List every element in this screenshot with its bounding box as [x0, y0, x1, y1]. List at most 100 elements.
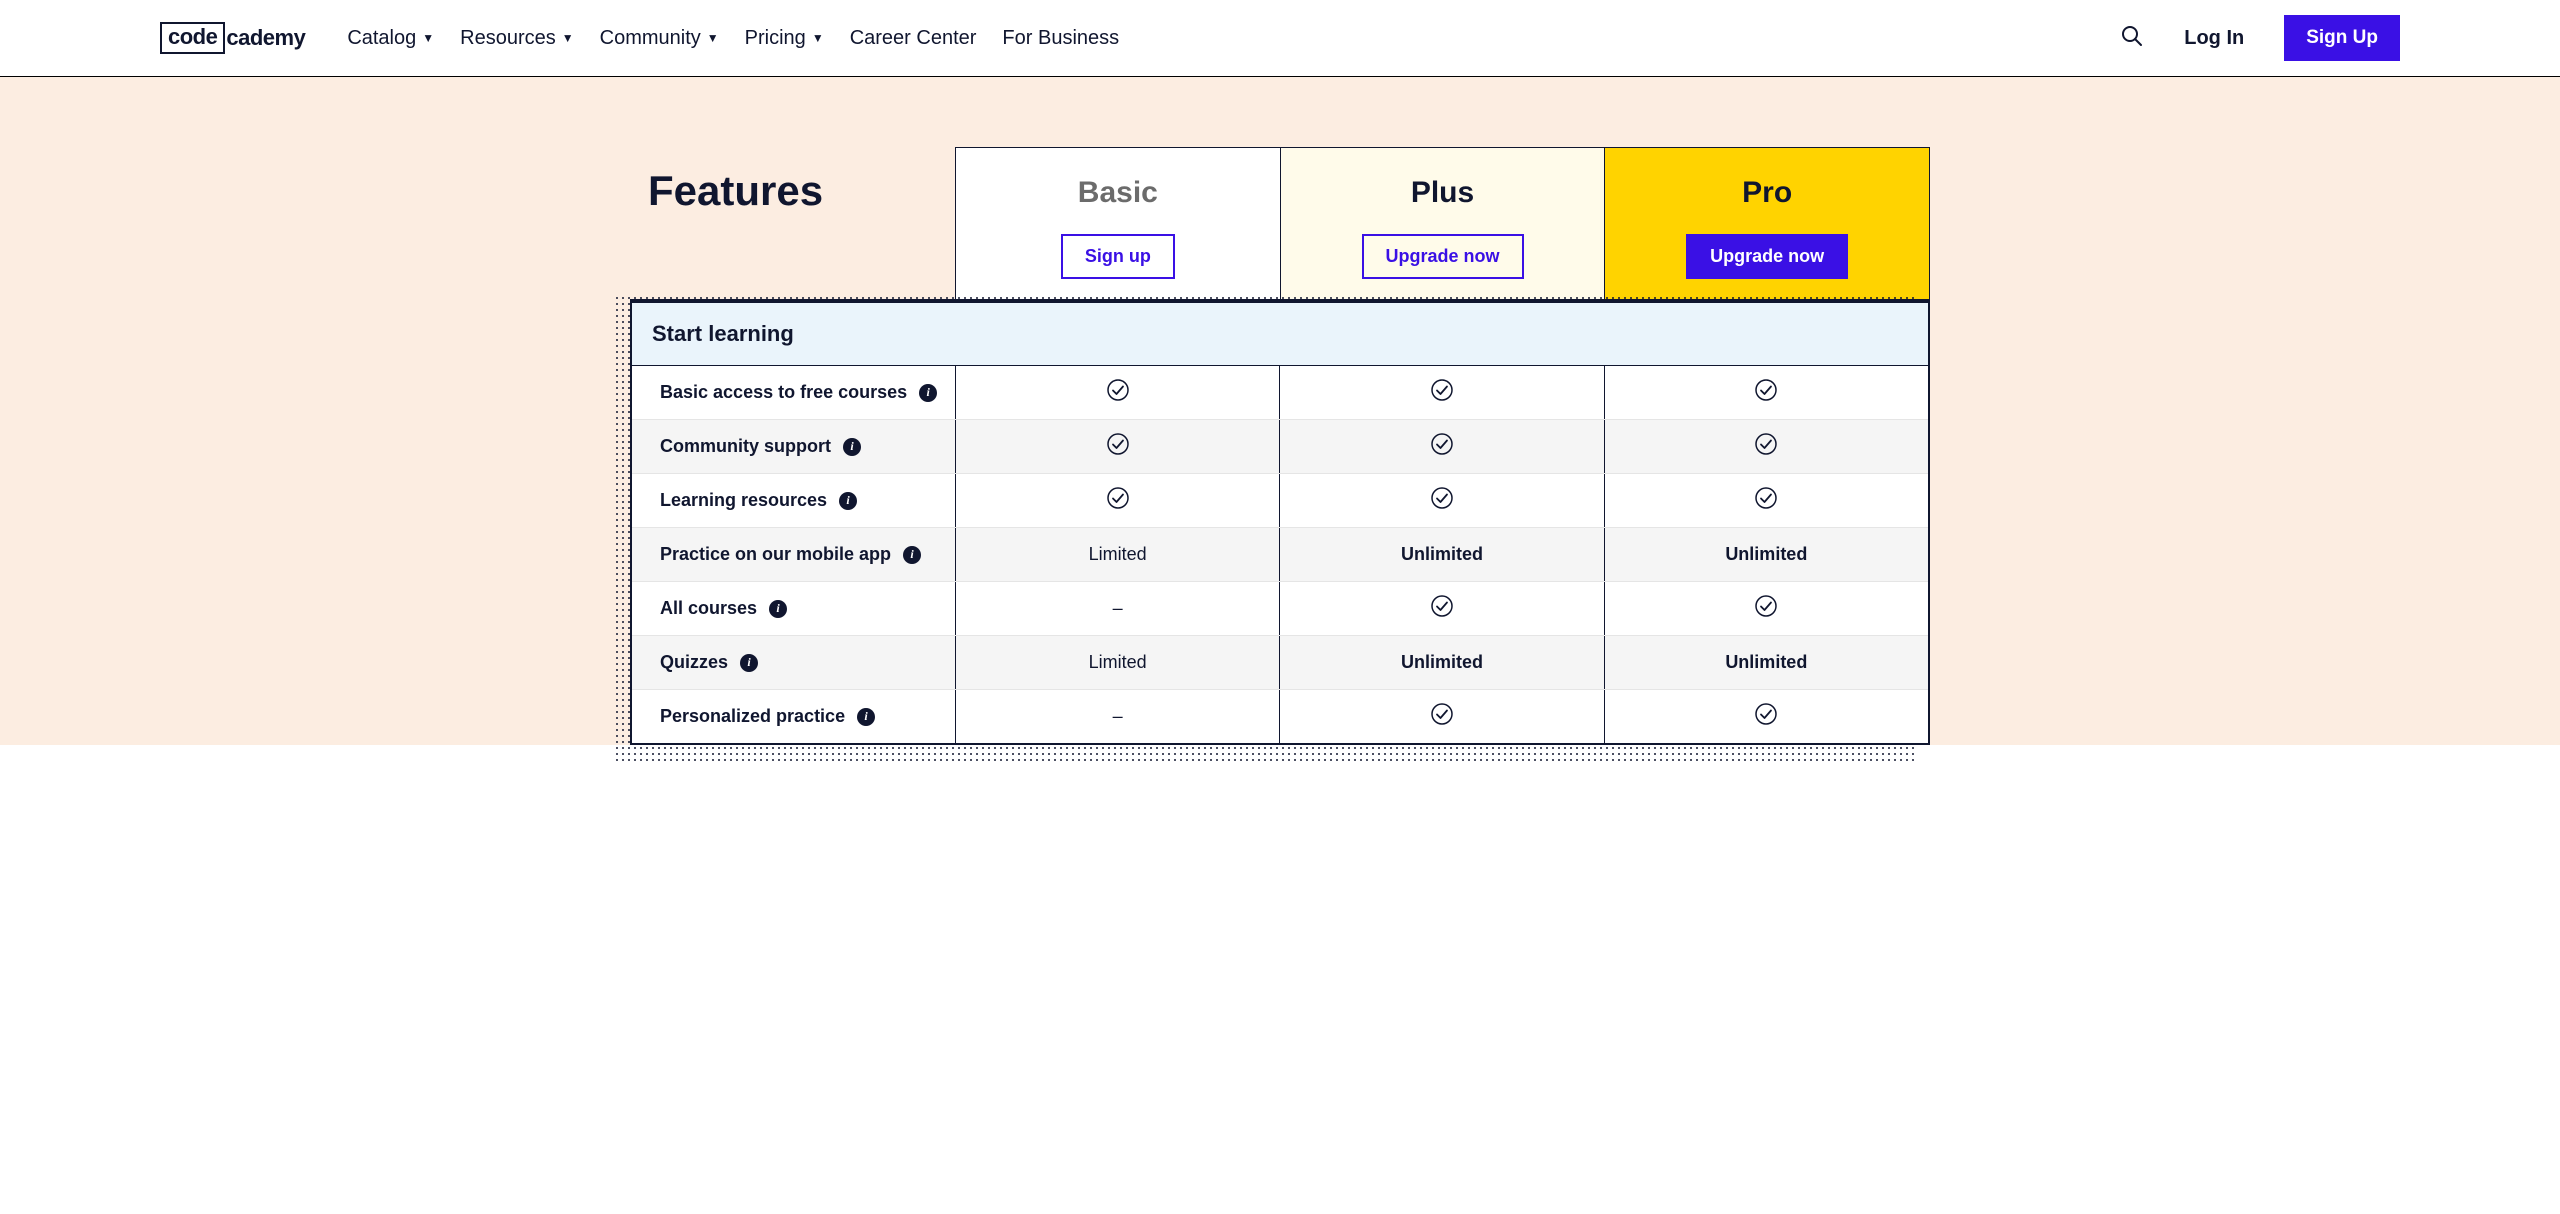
cell-plus	[1279, 420, 1603, 473]
cell-text: Unlimited	[1401, 544, 1483, 565]
plan-header-pro: Pro Upgrade now	[1605, 147, 1930, 299]
pricing-section: Features Basic Sign up Plus Upgrade now …	[0, 77, 2560, 745]
info-icon[interactable]: i	[903, 546, 921, 564]
cell-basic	[955, 366, 1279, 419]
plan-name-basic: Basic	[956, 176, 1280, 210]
check-icon	[1755, 379, 1777, 406]
section-start-learning: Start learning	[632, 303, 1928, 366]
feature-label: Personalized practice i	[632, 690, 955, 743]
cell-text: Unlimited	[1725, 544, 1807, 565]
check-icon	[1431, 433, 1453, 460]
feature-label: Quizzes i	[632, 636, 955, 689]
check-icon	[1755, 487, 1777, 514]
plan-name-pro: Pro	[1605, 176, 1929, 210]
cell-basic: Limited	[955, 528, 1279, 581]
site-header: codecademy Catalog ▼ Resources ▼ Communi…	[0, 0, 2560, 77]
plan-header-basic: Basic Sign up	[955, 147, 1281, 299]
check-icon	[1107, 379, 1129, 406]
chevron-down-icon: ▼	[562, 31, 574, 45]
check-icon	[1431, 703, 1453, 730]
feature-label-text: All courses	[660, 598, 757, 619]
cell-text: Unlimited	[1725, 652, 1807, 673]
check-icon	[1755, 433, 1777, 460]
cell-plus	[1279, 690, 1603, 743]
info-icon[interactable]: i	[919, 384, 937, 402]
feature-label: Community supporti	[632, 420, 955, 473]
nav-community[interactable]: Community ▼	[600, 27, 719, 50]
nav-business-label: For Business	[1002, 27, 1119, 50]
chevron-down-icon: ▼	[707, 31, 719, 45]
cell-plus: Unlimited	[1279, 528, 1603, 581]
cell-plus	[1279, 366, 1603, 419]
cell-text: Limited	[1089, 652, 1147, 673]
nav-community-label: Community	[600, 27, 701, 50]
signup-button[interactable]: Sign Up	[2284, 15, 2400, 61]
plus-upgrade-button[interactable]: Upgrade now	[1362, 234, 1524, 279]
feature-label-text: Personalized practice	[660, 706, 845, 727]
nav-catalog-label: Catalog	[347, 27, 416, 50]
table-row: Basic access to free courses i	[632, 366, 1928, 420]
nav-career-center[interactable]: Career Center	[850, 27, 977, 50]
info-icon[interactable]: i	[740, 654, 758, 672]
cell-plus: Unlimited	[1279, 636, 1603, 689]
search-icon[interactable]	[2120, 24, 2144, 53]
info-icon[interactable]: i	[843, 438, 861, 456]
feature-label: Basic access to free courses i	[632, 366, 955, 419]
cell-text: –	[1113, 706, 1123, 727]
feature-label-text: Learning resources	[660, 490, 827, 511]
cell-pro	[1604, 366, 1928, 419]
cell-basic: Limited	[955, 636, 1279, 689]
cell-pro: Unlimited	[1604, 528, 1928, 581]
check-icon	[1107, 487, 1129, 514]
nav-pricing-label: Pricing	[745, 27, 806, 50]
feature-label: Learning resources i	[632, 474, 955, 527]
feature-label: All courses i	[632, 582, 955, 635]
table-row: All courses i –	[632, 582, 1928, 636]
feature-label-text: Practice on our mobile app	[660, 544, 891, 565]
features-heading: Features	[648, 167, 955, 215]
cell-pro	[1604, 582, 1928, 635]
table-row: Personalized practice i –	[632, 690, 1928, 743]
table-row: Practice on our mobile app i Limited Unlimi…	[632, 528, 1928, 582]
cell-basic: –	[955, 582, 1279, 635]
cell-basic	[955, 474, 1279, 527]
cell-text: –	[1113, 598, 1123, 619]
feature-label-text: Basic access to free courses	[660, 382, 907, 403]
check-icon	[1431, 487, 1453, 514]
nav-resources[interactable]: Resources ▼	[460, 27, 574, 50]
plan-name-plus: Plus	[1281, 176, 1605, 210]
nav-for-business[interactable]: For Business	[1002, 27, 1119, 50]
logo-part1: code	[160, 22, 225, 54]
logo-part2: cademy	[226, 25, 305, 51]
cell-pro	[1604, 420, 1928, 473]
cell-pro	[1604, 474, 1928, 527]
info-icon[interactable]: i	[839, 492, 857, 510]
features-table: Start learning Basic access to free cour…	[630, 299, 1930, 745]
table-row: Learning resources i	[632, 474, 1928, 528]
nav-pricing[interactable]: Pricing ▼	[745, 27, 824, 50]
cell-pro: Unlimited	[1604, 636, 1928, 689]
check-icon	[1431, 379, 1453, 406]
main-nav: Catalog ▼ Resources ▼ Community ▼ Pricin…	[347, 27, 1119, 50]
feature-label: Practice on our mobile app i	[632, 528, 955, 581]
check-icon	[1755, 703, 1777, 730]
nav-catalog[interactable]: Catalog ▼	[347, 27, 434, 50]
info-icon[interactable]: i	[857, 708, 875, 726]
basic-signup-button[interactable]: Sign up	[1061, 234, 1175, 279]
cell-pro	[1604, 690, 1928, 743]
check-icon	[1755, 595, 1777, 622]
nav-resources-label: Resources	[460, 27, 556, 50]
login-link[interactable]: Log In	[2184, 27, 2244, 50]
info-icon[interactable]: i	[769, 600, 787, 618]
table-row: Quizzes i Limited Unlimited Unlimited	[632, 636, 1928, 690]
pro-upgrade-button[interactable]: Upgrade now	[1686, 234, 1848, 279]
cell-basic: –	[955, 690, 1279, 743]
logo[interactable]: codecademy	[160, 22, 305, 54]
feature-label-text: Quizzes	[660, 652, 728, 673]
chevron-down-icon: ▼	[422, 31, 434, 45]
cell-plus	[1279, 474, 1603, 527]
plan-header-plus: Plus Upgrade now	[1281, 147, 1606, 299]
check-icon	[1431, 595, 1453, 622]
nav-career-label: Career Center	[850, 27, 977, 50]
chevron-down-icon: ▼	[812, 31, 824, 45]
